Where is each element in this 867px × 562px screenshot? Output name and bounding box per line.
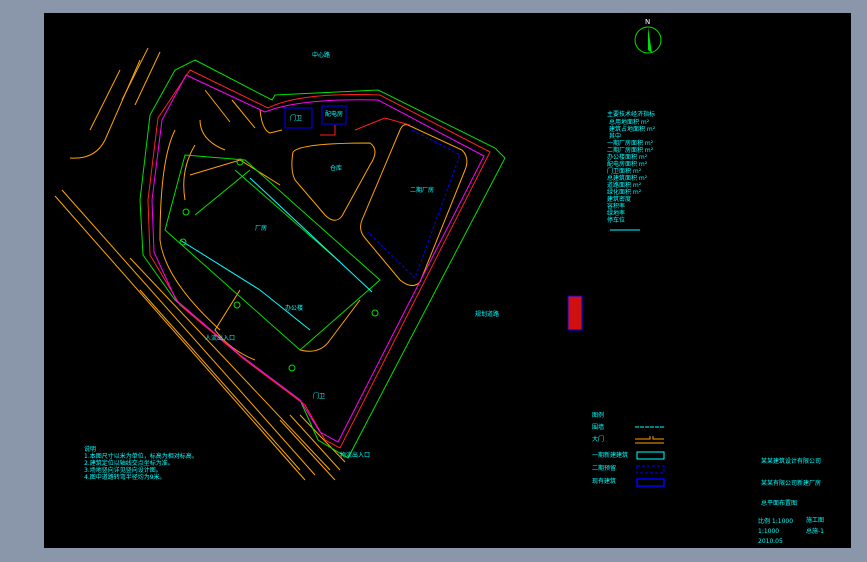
roads [54, 47, 468, 481]
spec-row: 建筑密度 [607, 195, 631, 203]
spec-row: 绿化面积 m² [607, 188, 642, 196]
label-factory-1: 厂房 [255, 224, 267, 232]
site-plan-drawing: 中心路 门卫 配电房 仓库 二期厂房 厂房 办公楼 门卫 规划道路 人流出入口 … [54, 18, 824, 545]
exit-label: 物流出入口 [340, 451, 370, 459]
spec-row: 容积率 [607, 202, 625, 210]
label-guard-house-2: 门卫 [313, 392, 325, 400]
label-warehouse: 仓库 [330, 164, 342, 172]
legend-label: 二期预留 [592, 464, 616, 472]
title-block: 某某建筑设计有限公司 某某有限公司新建厂房 总平面布置图 比例 1:1000 施… [758, 457, 824, 545]
note-line: 2.建筑定位以轴线交点坐标为准。 [84, 459, 174, 467]
label-power-room: 配电房 [325, 110, 343, 118]
existing-symbol [636, 478, 665, 487]
legend: 图例 围墙 大门 一期新建建筑 二期预留 现有建筑 [592, 411, 665, 487]
spec-row: 配电房面积 m² [607, 160, 648, 168]
north-label: N [645, 18, 650, 26]
entrance-label: 人流出入口 [205, 334, 235, 342]
cad-drawing-canvas[interactable]: 中心路 门卫 配电房 仓库 二期厂房 厂房 办公楼 门卫 规划道路 人流出入口 … [44, 13, 851, 548]
new-building-symbol [636, 451, 665, 460]
notes: 说明 1.本图尺寸以米为单位，标高为相对标高。 2.建筑定位以轴线交点坐标为准。… [84, 445, 198, 481]
legend-label: 大门 [592, 435, 604, 443]
label-guard-house: 门卫 [290, 114, 302, 122]
reserved-symbol [636, 465, 665, 474]
technical-specs: 主要技术经济指标 总用地面积 m² 建筑占地面积 m² 其中 一期厂房面积 m²… [607, 110, 656, 224]
spec-row: 一期厂房面积 m² [607, 139, 654, 147]
gate-symbol [635, 436, 664, 444]
spec-row: 其中 [609, 132, 621, 140]
spec-row: 道路面积 m² [607, 181, 642, 189]
spec-row: 二期厂房面积 m² [607, 146, 654, 154]
project-name: 某某有限公司新建厂房 [761, 479, 821, 487]
specs-title: 主要技术经济指标 [607, 110, 655, 118]
scale-label: 比例 1:1000 [758, 517, 793, 525]
legend-title: 图例 [592, 411, 604, 419]
spec-row: 停车位 [607, 216, 625, 224]
scale: 1:1000 [758, 528, 779, 535]
spec-row: 总建筑面积 m² [607, 174, 648, 182]
label-factory-2: 二期厂房 [410, 186, 434, 194]
note-line: 3.场地竖向详见竖向设计图。 [84, 466, 162, 474]
spec-row: 门卫面积 m² [607, 167, 642, 175]
note-line: 1.本图尺寸以米为单位，标高为相对标高。 [84, 452, 198, 460]
spec-row: 办公楼面积 m² [607, 153, 648, 161]
company-name: 某某建筑设计有限公司 [761, 457, 821, 465]
north-arrow-icon: N [634, 18, 662, 54]
walls [147, 69, 491, 449]
note-line: 4.图中道路转弯半径均为9米。 [84, 473, 166, 481]
stamp [567, 295, 583, 331]
legend-label: 一期新建建筑 [592, 451, 628, 459]
legend-label: 现有建筑 [592, 477, 616, 485]
legend-label: 围墙 [592, 423, 604, 431]
spec-row: 建筑占地面积 m² [609, 125, 656, 133]
road-label-right: 规划道路 [475, 310, 499, 318]
spec-row: 绿地率 [607, 209, 625, 217]
date: 2010.05 [758, 538, 783, 545]
road-label-top: 中心路 [312, 51, 330, 59]
drawing-name: 总平面布置图 [761, 499, 797, 507]
label-office: 办公楼 [285, 304, 303, 312]
notes-title: 说明 [84, 445, 96, 453]
spec-row: 总用地面积 m² [609, 118, 650, 126]
stage: 施工图 [806, 516, 824, 524]
drawing-number: 总施-1 [806, 527, 824, 535]
